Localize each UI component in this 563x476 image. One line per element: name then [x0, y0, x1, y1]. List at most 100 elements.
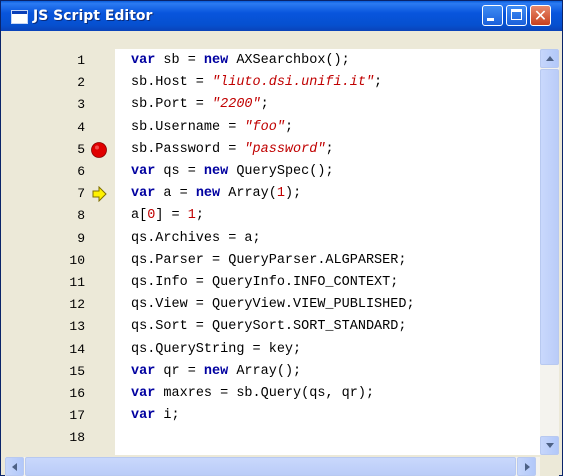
code-token: qs.Parser = QueryParser.ALGPARSER; — [131, 252, 407, 268]
code-token: QuerySpec(); — [228, 164, 334, 179]
code-text: var sb = new AXSearchbox(); — [131, 50, 350, 72]
code-line[interactable]: 7 var a = new Array(1); — [5, 183, 540, 205]
code-line[interactable]: 14 qs.QueryString = key; — [5, 339, 540, 361]
keyword-token: var — [131, 53, 156, 68]
code-text: qs.View = QueryView.VIEW_PUBLISHED; — [131, 294, 415, 316]
scroll-up-arrow-icon — [546, 56, 554, 61]
horizontal-scroll-thumb[interactable] — [25, 457, 516, 476]
code-line[interactable]: 1 var sb = new AXSearchbox(); — [5, 50, 540, 72]
code-token: qs.View = QueryView.VIEW_PUBLISHED; — [131, 297, 415, 313]
code-token: ; — [284, 119, 294, 135]
code-token: sb.Password = — [131, 141, 245, 157]
line-number: 2 — [77, 75, 85, 91]
code-text: sb.Host = "liuto.dsi.unifi.it"; — [131, 72, 382, 94]
close-button[interactable]: ✕ — [530, 5, 551, 26]
code-token: sb = — [155, 53, 204, 68]
line-number: 14 — [69, 341, 85, 357]
line-number: 18 — [69, 430, 85, 446]
code-line[interactable]: 13 qs.Sort = QuerySort.SORT_STANDARD; — [5, 316, 540, 338]
line-number: 13 — [69, 319, 85, 335]
scroll-right-arrow-icon — [525, 463, 530, 471]
code-line[interactable]: 4 sb.Username = "foo"; — [5, 117, 540, 139]
scroll-left-button[interactable] — [5, 457, 24, 476]
code-line[interactable]: 11 qs.Info = QueryInfo.INFO_CONTEXT; — [5, 272, 540, 294]
code-text: var qs = new QuerySpec(); — [131, 161, 334, 183]
line-number: 7 — [77, 186, 85, 202]
code-line[interactable]: 6 var qs = new QuerySpec(); — [5, 161, 540, 183]
number-token: 1 — [187, 208, 196, 224]
code-text: qs.QueryString = key; — [131, 339, 301, 361]
code-text: qs.Archives = a; — [131, 228, 261, 250]
code-token: sb.Host = — [131, 75, 213, 91]
vertical-scrollbar[interactable] — [540, 49, 559, 455]
keyword-token: new — [203, 53, 229, 68]
code-text: sb.Username = "foo"; — [131, 117, 293, 139]
code-token: i; — [155, 408, 180, 424]
code-line[interactable]: 10 qs.Parser = QueryParser.ALGPARSER; — [5, 250, 540, 272]
code-text: qs.Sort = QuerySort.SORT_STANDARD; — [131, 316, 406, 338]
line-number: 10 — [69, 252, 85, 268]
keyword-token: new — [203, 363, 229, 379]
keyword-token: var — [131, 386, 156, 401]
code-token: sb.Port = — [131, 97, 213, 113]
resize-grip[interactable] — [540, 457, 559, 476]
code-text: sb.Port = "2200"; — [131, 94, 269, 116]
keyword-token: new — [195, 186, 221, 202]
keyword-token: var — [131, 164, 156, 179]
code-token: Array(); — [228, 363, 302, 379]
code-line[interactable]: 18 — [5, 427, 540, 449]
keyword-token: var — [131, 408, 156, 424]
line-number: 3 — [77, 97, 85, 113]
line-number: 11 — [69, 275, 85, 290]
code-line[interactable]: 9 qs.Archives = a; — [5, 228, 540, 250]
title-bar[interactable]: JS Script Editor ✕ — [1, 1, 562, 31]
code-token: ; — [374, 75, 383, 91]
code-token: ); — [284, 186, 302, 202]
code-token: a = — [155, 186, 196, 202]
string-token: "password" — [244, 141, 326, 157]
keyword-token: var — [131, 363, 156, 379]
vertical-scroll-thumb[interactable] — [540, 69, 559, 365]
code-text: a[0] = 1; — [131, 205, 204, 227]
line-number: 6 — [77, 164, 85, 179]
code-token: ; — [260, 97, 269, 113]
close-icon: ✕ — [533, 6, 548, 25]
scroll-down-button[interactable] — [540, 436, 559, 455]
line-number: 8 — [77, 208, 85, 224]
code-token: ; — [325, 141, 334, 157]
code-line[interactable]: 16 var maxres = sb.Query(qs, qr); — [5, 383, 540, 405]
keyword-token: var — [131, 186, 156, 202]
code-editor[interactable]: 1 var sb = new AXSearchbox(); 2 sb.Host = "… — [5, 49, 540, 455]
code-line[interactable]: 12 qs.View = QueryView.VIEW_PUBLISHED; — [5, 294, 540, 316]
line-number: 12 — [69, 297, 85, 313]
scroll-up-button[interactable] — [540, 49, 559, 68]
scroll-right-button[interactable] — [517, 457, 536, 476]
number-token: 1 — [276, 186, 285, 202]
code-token: qs.QueryString = key; — [131, 341, 302, 357]
code-line[interactable]: 3 sb.Port = "2200"; — [5, 94, 540, 116]
code-token: Array( — [220, 186, 277, 202]
scroll-down-arrow-icon — [546, 443, 554, 448]
breakpoint-icon[interactable] — [91, 141, 107, 158]
line-number: 9 — [77, 230, 85, 246]
code-token: maxres = sb.Query(qs, qr); — [155, 386, 375, 401]
line-number: 1 — [77, 53, 85, 68]
maximize-button[interactable] — [506, 5, 527, 26]
code-line[interactable]: 17 var i; — [5, 405, 540, 427]
code-text: sb.Password = "password"; — [131, 139, 334, 161]
keyword-token: new — [203, 164, 229, 179]
code-text: var i; — [131, 405, 180, 427]
code-line[interactable]: 8 a[0] = 1; — [5, 205, 540, 227]
current-line-arrow-icon — [92, 186, 107, 203]
minimize-button[interactable] — [482, 5, 503, 26]
code-text: qs.Parser = QueryParser.ALGPARSER; — [131, 250, 406, 272]
window-icon — [11, 10, 28, 24]
horizontal-scrollbar[interactable] — [5, 457, 540, 476]
code-token: a[ — [131, 208, 148, 224]
code-line[interactable]: 2 sb.Host = "liuto.dsi.unifi.it"; — [5, 72, 540, 94]
js-script-editor-window: JS Script Editor ✕ 1 var sb = new AXSearc… — [0, 0, 563, 476]
code-token: sb.Username = — [131, 119, 245, 135]
code-line[interactable]: 5 sb.Password = "password"; — [5, 139, 540, 161]
code-line[interactable]: 15 var qr = new Array(); — [5, 361, 540, 383]
minimize-icon — [487, 18, 494, 21]
